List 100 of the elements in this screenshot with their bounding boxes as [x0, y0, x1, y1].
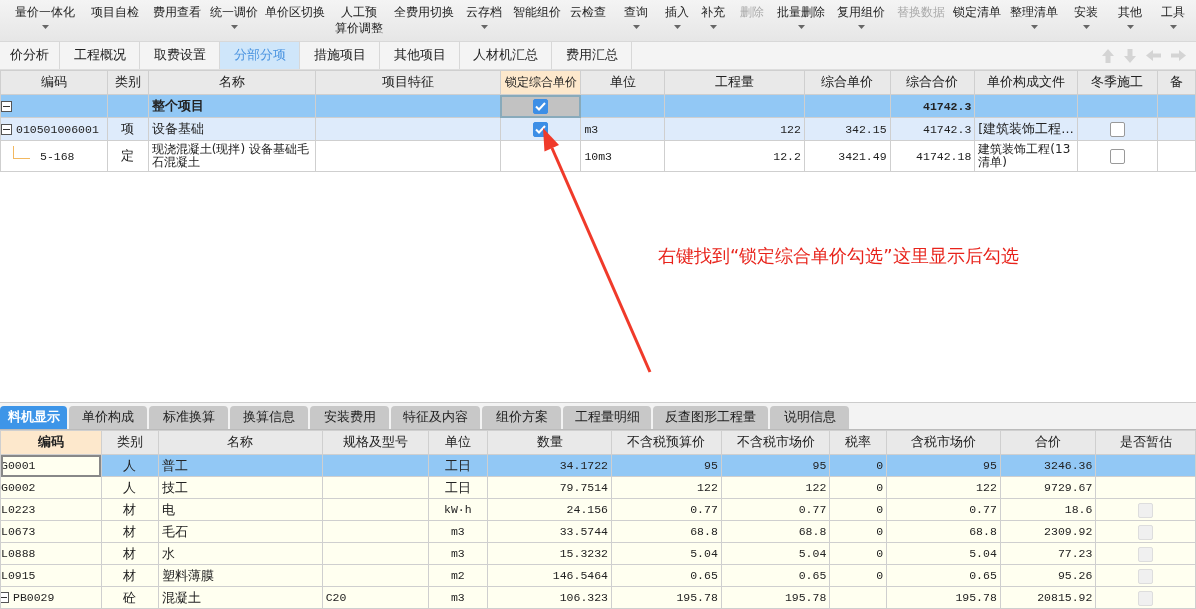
caret-icon [1030, 25, 1038, 29]
collapse-toggle[interactable] [1, 123, 12, 135]
table-cell: 整个项目 [148, 94, 316, 118]
toolbar-button[interactable]: 人工预 算价调整 [327, 0, 391, 36]
column-header[interactable]: 是否暂估 [1095, 430, 1196, 455]
column-header[interactable]: 名称 [148, 70, 316, 95]
column-header[interactable]: 单位 [428, 430, 488, 455]
caret-icon [709, 25, 717, 29]
tab[interactable]: 工程量明细 [563, 406, 651, 429]
column-header[interactable]: 锁定综合单价 [500, 70, 581, 95]
column-header[interactable]: 综合合价 [890, 70, 975, 95]
caret-icon [797, 25, 805, 29]
table-cell: 定 [107, 140, 149, 172]
column-header[interactable]: 备 [1157, 70, 1196, 95]
column-header[interactable]: 单位 [580, 70, 665, 95]
tab[interactable]: 单价构成 [69, 406, 147, 429]
table-cell: 水 [158, 542, 323, 565]
caret-icon [632, 25, 640, 29]
table-cell: 电 [158, 498, 323, 521]
column-header[interactable]: 合价 [1000, 430, 1096, 455]
collapse-toggle[interactable] [1, 592, 9, 603]
toolbar-button[interactable]: 云检查 [563, 0, 613, 20]
column-header[interactable]: 数量 [487, 430, 612, 455]
column-header[interactable]: 单价构成文件 [974, 70, 1078, 95]
column-header[interactable]: 税率 [829, 430, 887, 455]
toolbar-button[interactable]: 智能组价 [511, 0, 563, 20]
table-cell: G0002 [0, 476, 102, 499]
toolbar-button[interactable]: 其他 [1109, 0, 1151, 29]
tab[interactable]: 反查图形工程量 [653, 406, 768, 429]
table-cell: L0915 [0, 564, 102, 587]
toolbar-button[interactable]: 整理清单 [1005, 0, 1063, 29]
checkbox[interactable] [1109, 122, 1125, 137]
tab[interactable]: 说明信息 [770, 406, 849, 429]
toolbar-button[interactable]: 量价一体化 [9, 0, 81, 29]
table-cell: 普工 [158, 454, 323, 477]
table-cell: 5-168 [0, 140, 108, 172]
toolbar-button[interactable]: 单价区切换 [263, 0, 327, 20]
table-cell: 现浇混凝土(现拌) 设备基础毛石混凝土 [148, 140, 316, 172]
toolbar-button[interactable]: 统一调价 [205, 0, 263, 29]
toolbar-button[interactable]: 费用查看 [149, 0, 205, 20]
caret-icon [857, 25, 865, 29]
column-header[interactable]: 冬季施工 [1077, 70, 1158, 95]
toolbar-button[interactable]: 安装 [1063, 0, 1109, 29]
column-header[interactable]: 不含税市场价 [721, 430, 830, 455]
caret-icon [230, 25, 238, 29]
table-cell: 010501006001 [0, 117, 108, 141]
collapse-toggle[interactable] [1, 100, 12, 112]
column-header[interactable]: 类别 [107, 70, 149, 95]
caret-icon [1082, 25, 1090, 29]
table-cell: 41742.18 [890, 140, 975, 172]
column-header[interactable]: 名称 [158, 430, 323, 455]
table-cell: 技工 [158, 476, 323, 499]
table-cell: 3421.49 [804, 140, 891, 172]
tab[interactable]: 特征及内容 [391, 406, 480, 429]
toolbar-button[interactable]: 补充 [695, 0, 731, 29]
toolbar-button[interactable]: 工具 [1151, 0, 1195, 29]
caret-icon [480, 25, 488, 29]
tab[interactable]: 安装费用 [310, 406, 389, 429]
table-cell: 塑料薄膜 [158, 564, 323, 587]
checkbox[interactable] [533, 99, 549, 114]
toolbar-button[interactable]: 复用组价 [829, 0, 893, 29]
left-arrow-icon[interactable] [1146, 50, 1161, 61]
toolbar-button[interactable]: 项目自检 [81, 0, 149, 20]
tree-line [13, 145, 30, 159]
annotation-text: 右键找到“锁定综合单价勾选”这里显示后勾选 [658, 244, 1019, 268]
checkbox[interactable] [1109, 149, 1125, 164]
caret-icon [41, 25, 49, 29]
tab[interactable]: 标准换算 [149, 406, 228, 429]
toolbar-button[interactable]: 插入 [659, 0, 695, 29]
column-header[interactable]: 含税市场价 [886, 430, 1001, 455]
table-cell: 10m3 [580, 140, 665, 172]
table-cell: L0673 [0, 520, 102, 543]
table-cell: 建筑装饰工程(13清单) [974, 140, 1078, 172]
toolbar-button[interactable]: 锁定清单 [949, 0, 1005, 20]
right-arrow-icon[interactable] [1171, 50, 1186, 61]
up-arrow-icon[interactable] [1102, 48, 1114, 63]
column-header[interactable]: 不含税预算价 [611, 430, 722, 455]
column-header[interactable]: 编码 [0, 430, 102, 455]
column-header[interactable]: 综合单价 [804, 70, 891, 95]
column-header[interactable]: 规格及型号 [322, 430, 429, 455]
toolbar-button[interactable]: 全费用切换 [391, 0, 457, 20]
column-header[interactable]: 工程量 [664, 70, 805, 95]
toolbar-button[interactable]: 查询 [613, 0, 659, 29]
toolbar-button[interactable]: 云存档 [457, 0, 511, 29]
column-header[interactable]: 类别 [101, 430, 159, 455]
column-header[interactable]: 编码 [0, 70, 108, 95]
table-cell: 122 [664, 117, 805, 141]
caret-icon [1126, 25, 1134, 29]
down-arrow-icon[interactable] [1124, 48, 1136, 63]
caret-icon [1169, 25, 1177, 29]
tab[interactable]: 组价方案 [482, 406, 561, 429]
table-cell: 毛石 [158, 520, 323, 543]
tab[interactable]: 换算信息 [230, 406, 308, 429]
toolbar-button[interactable]: 批量删除 [773, 0, 829, 29]
table-cell: 12.2 [664, 140, 805, 172]
table-cell: 设备基础 [148, 117, 316, 141]
table-cell: 混凝土 [158, 586, 323, 609]
caret-icon [673, 25, 681, 29]
column-header[interactable]: 项目特征 [315, 70, 501, 95]
table-cell: L0888 [0, 542, 102, 565]
